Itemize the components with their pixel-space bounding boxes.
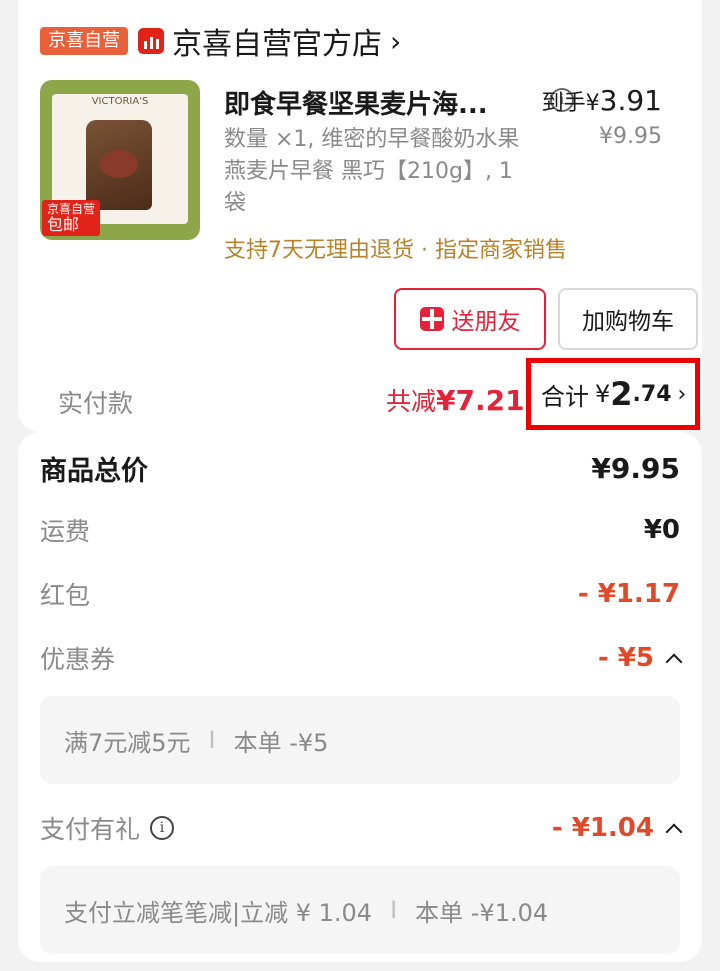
coupon-value[interactable]: - ¥5 [597, 643, 683, 673]
ship-badge-line1: 京喜自营 [47, 202, 96, 216]
paygift-detail: 支付立减笔笔减|立减 ¥ 1.04 I 本单 -¥1.04 [40, 866, 680, 954]
price-breakdown-card: 商品总价 ¥9.95 运费 ¥0 红包 - ¥1.17 优惠券 - ¥5 满7元… [18, 432, 702, 962]
final-price: 到手¥3.91 [542, 84, 662, 117]
send-to-friend-label: 送朋友 [451, 309, 521, 335]
coupon-detail: 满7元减5元 I 本单 -¥5 [40, 696, 680, 784]
original-price: ¥9.95 [599, 124, 662, 149]
chevron-up-icon[interactable] [665, 823, 683, 841]
free-shipping-badge: 京喜自营 包邮 [42, 200, 101, 236]
total-dec: .74 [632, 381, 672, 407]
shipping-label: 运费 [40, 517, 91, 546]
total-currency: ¥ [595, 380, 611, 408]
final-price-currency: ¥ [585, 91, 600, 116]
product-spec: 数量 ×1, 维密的早餐酸奶水果燕麦片早餐 黑巧【210g】, 1袋 [224, 127, 520, 216]
store-name[interactable]: 京喜自营官方店 [172, 19, 382, 63]
goods-total-value: ¥9.95 [591, 451, 680, 485]
total-amount[interactable]: 合计 ¥ 2.74 › [526, 358, 700, 430]
paygift-detail-amount: 本单 -¥1.04 [415, 898, 549, 927]
gift-icon [419, 307, 444, 331]
shipping-row: 运费 ¥0 [40, 510, 680, 550]
send-to-friend-button[interactable]: 送朋友 [394, 288, 546, 350]
store-bars-icon [138, 28, 164, 54]
reduced-label: 共减 [386, 387, 437, 416]
store-header[interactable]: 京喜自营 京喜自营官方店 › [40, 19, 401, 63]
coupon-label: 优惠券 [40, 645, 116, 674]
reduced-amount: ¥7.21 [436, 384, 525, 417]
ship-badge-line2: 包邮 [47, 215, 80, 234]
redpacket-row: 红包 - ¥1.17 [40, 574, 680, 614]
paygift-row[interactable]: 支付有礼 i - ¥1.04 [40, 808, 683, 848]
redpacket-label: 红包 [40, 581, 91, 610]
goods-total-label: 商品总价 [40, 455, 148, 487]
total-int: 2 [610, 375, 633, 413]
shipping-value: ¥0 [643, 515, 680, 545]
product-image-brand: VICTORIA'S [91, 96, 149, 107]
product-image[interactable]: VICTORIA'S 京喜自营 包邮 [40, 80, 200, 240]
divider: I [390, 896, 398, 924]
chevron-right-icon[interactable]: › [678, 382, 687, 407]
final-price-value: 3.91 [599, 84, 662, 117]
paygift-detail-text: 支付立减笔笔减|立减 ¥ 1.04 [64, 898, 373, 927]
coupon-detail-text: 满7元减5元 [64, 728, 191, 757]
product-title[interactable]: 即食早餐坚果麦片海... [224, 84, 488, 121]
final-price-label: 到手 [541, 91, 586, 116]
chevron-right-icon[interactable]: › [390, 25, 401, 58]
goods-total-row: 商品总价 ¥9.95 [40, 448, 680, 488]
info-circle-icon[interactable]: i [150, 816, 175, 840]
return-policy: 支持7天无理由退货 · 指定商家销售 [224, 238, 567, 263]
product-bag-graphic [86, 120, 152, 210]
paygift-value[interactable]: - ¥1.04 [551, 813, 683, 843]
divider: I [208, 726, 216, 754]
order-item-card: 京喜自营 京喜自营官方店 › VICTORIA'S 京喜自营 包邮 即食早餐坚果… [18, 0, 702, 432]
total-label: 合计 [541, 382, 589, 411]
redpacket-value: - ¥1.17 [577, 579, 680, 609]
coupon-row[interactable]: 优惠券 - ¥5 [40, 638, 683, 678]
total-reduced: 共减¥7.21 [386, 382, 525, 418]
coupon-detail-amount: 本单 -¥5 [233, 728, 329, 757]
paid-label: 实付款 [58, 389, 134, 418]
add-to-cart-button[interactable]: 加购物车 [558, 288, 698, 350]
coupon-value-text: - ¥5 [597, 643, 654, 673]
chevron-up-icon[interactable] [665, 653, 683, 671]
paygift-value-text: - ¥1.04 [551, 813, 654, 843]
store-tag: 京喜自营 [40, 27, 128, 55]
paygift-label: 支付有礼 [40, 815, 141, 844]
paygift-label-wrap: 支付有礼 i [40, 810, 175, 846]
